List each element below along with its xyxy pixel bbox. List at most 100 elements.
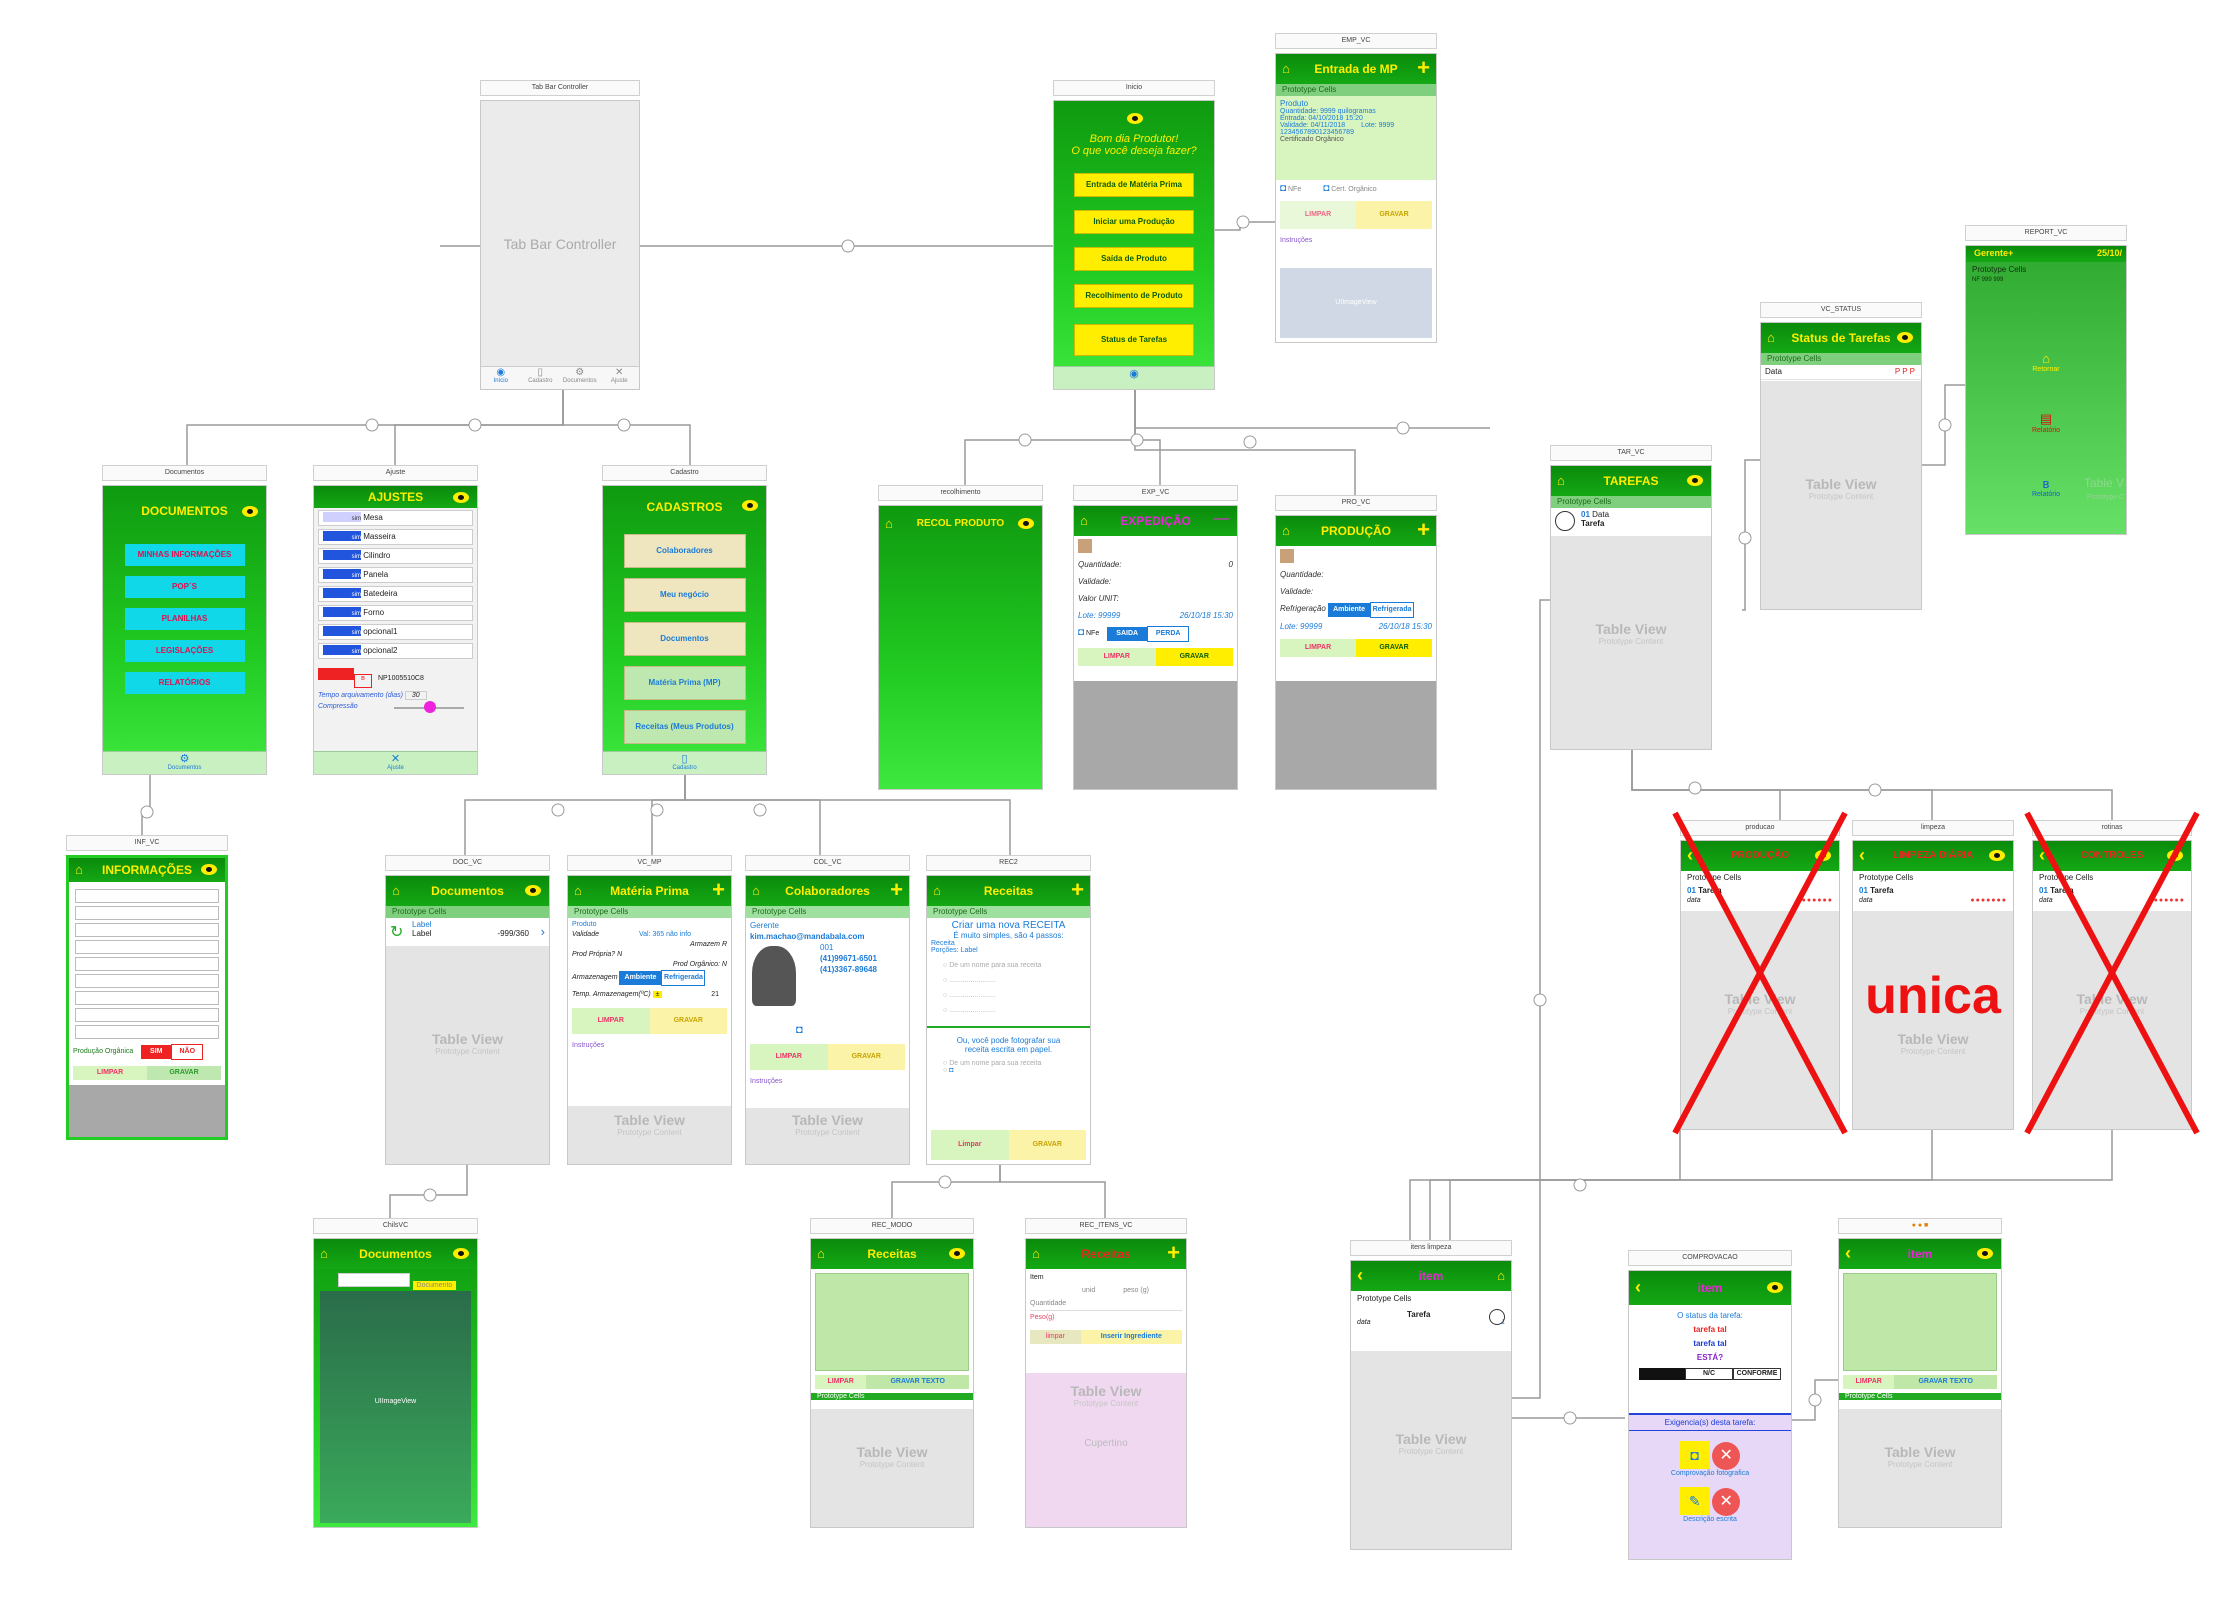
- slider-thumb[interactable]: [424, 701, 436, 713]
- limpar-button[interactable]: LIMPAR: [815, 1375, 867, 1389]
- home-icon[interactable]: ⌂: [1032, 1246, 1040, 1261]
- status-segment-black[interactable]: [1639, 1368, 1685, 1380]
- vc-status-scene[interactable]: VC_STATUS ⌂ Status de Tarefas Prototype C…: [1760, 302, 1922, 610]
- toggle[interactable]: sim: [323, 645, 361, 655]
- table-view[interactable]: Table View Prototype Content: [1551, 536, 1711, 749]
- toggle[interactable]: sim: [323, 588, 361, 598]
- pro-vc-scene[interactable]: PRO_VC ⌂ PRODUÇÃO + Quantidade: Validade: …: [1275, 495, 1437, 790]
- close-icon[interactable]: ✕: [1712, 1442, 1741, 1470]
- home-icon[interactable]: ⌂: [817, 1246, 825, 1261]
- plus-icon[interactable]: +: [1071, 878, 1084, 902]
- receitas-button[interactable]: Receitas (Meus Produtos): [623, 710, 746, 744]
- tab-ajuste[interactable]: ✕ Ajuste: [600, 367, 640, 389]
- table-view[interactable]: Table View Prototype Content: [1351, 1351, 1511, 1549]
- plus-icon[interactable]: +: [712, 878, 725, 902]
- pops-button[interactable]: POP´S: [124, 576, 245, 598]
- chevron-right-icon[interactable]: ›: [541, 924, 545, 939]
- ajuste-scene[interactable]: Ajuste AJUSTES sim Mesa sim Masseira sim…: [313, 465, 478, 775]
- home-icon[interactable]: ⌂: [574, 883, 582, 898]
- inserir-ingrediente-button[interactable]: Inserir Ingrediente: [1080, 1330, 1182, 1344]
- ambiente-segment[interactable]: Ambiente: [1328, 603, 1371, 617]
- inf-vc-scene[interactable]: INF_VC ⌂ INFORMAÇÕES Produção Orgânica SI…: [66, 835, 228, 1140]
- rec-modo-scene[interactable]: REC_MODO ⌂ Receitas LIMPAR GRAVAR TEXTO P…: [810, 1218, 974, 1528]
- chils-vc-scene[interactable]: ChilsVC ⌂ Documentos Documento UIImageVie…: [313, 1218, 478, 1528]
- comprovacao-scene[interactable]: COMPROVACAO ‹ item O status da tarefa: ta…: [1628, 1250, 1792, 1560]
- tab-bar-controller-scene[interactable]: Tab Bar Controller Tab Bar Controller ◉ I…: [480, 80, 640, 390]
- table-row[interactable]: 01 Tarefa: [1853, 884, 2013, 897]
- home-icon[interactable]: ⌂: [1557, 473, 1565, 488]
- materia-prima-button[interactable]: Matéria Prima (MP): [623, 666, 746, 700]
- eye-icon[interactable]: [742, 500, 758, 511]
- back-icon[interactable]: ‹: [1845, 1243, 1851, 1264]
- documento-button[interactable]: Documento: [412, 1281, 457, 1290]
- eye-icon[interactable]: [2167, 850, 2183, 861]
- eye-icon[interactable]: [1767, 1282, 1783, 1293]
- limpar-button[interactable]: LIMPAR: [572, 1008, 650, 1034]
- ambiente-segment[interactable]: Ambiente: [619, 971, 662, 985]
- text-field[interactable]: [75, 991, 219, 1005]
- home-icon[interactable]: ⌂: [1282, 523, 1290, 538]
- eye-icon[interactable]: [242, 506, 258, 517]
- eye-icon[interactable]: [1897, 332, 1913, 343]
- minus-icon[interactable]: —: [1213, 510, 1229, 528]
- gravar-texto-button[interactable]: GRAVAR TEXTO: [1894, 1375, 1997, 1389]
- plus-icon[interactable]: +: [1417, 518, 1430, 542]
- retornar-button[interactable]: ⌂ Retornar: [1966, 351, 2126, 373]
- eye-icon[interactable]: [453, 1248, 469, 1259]
- documentos-button[interactable]: Documentos: [623, 622, 746, 656]
- eye-icon[interactable]: [1687, 475, 1703, 486]
- text-view[interactable]: [1843, 1273, 1997, 1371]
- camera-icon[interactable]: ◘: [1679, 1441, 1710, 1469]
- back-icon[interactable]: ‹: [1635, 1277, 1641, 1298]
- rec2-scene[interactable]: REC2 ⌂ Receitas + Prototype Cells Criar um…: [926, 855, 1091, 1165]
- check-circle-icon[interactable]: [1489, 1309, 1505, 1325]
- camera-icon[interactable]: ◘: [949, 1067, 953, 1074]
- back-icon[interactable]: ‹: [1687, 845, 1693, 866]
- home-icon[interactable]: ⌂: [1282, 61, 1290, 76]
- table-view[interactable]: Table View Prototype Content: [1839, 1409, 2001, 1527]
- limpar-button[interactable]: Limpar: [931, 1130, 1009, 1160]
- text-field[interactable]: [75, 957, 219, 971]
- toggle[interactable]: sim: [323, 512, 361, 522]
- table-row[interactable]: data ●●●●●●●: [2033, 897, 2191, 904]
- table-row[interactable]: Data P P P: [1761, 365, 1921, 380]
- nc-segment[interactable]: N/C: [1685, 1368, 1733, 1380]
- eye-icon[interactable]: [949, 1248, 965, 1259]
- camera-icon[interactable]: ◘: [1078, 627, 1084, 638]
- relatorio-button[interactable]: ▤ Relatório: [1966, 411, 2126, 434]
- eye-icon[interactable]: [1977, 1248, 1993, 1259]
- documentos-scene[interactable]: Documentos DOCUMENTOS MINHAS INFORMAÇÕES…: [102, 465, 267, 775]
- text-field[interactable]: [75, 906, 219, 920]
- clipboard-icon[interactable]: ▯: [603, 752, 766, 765]
- search-field[interactable]: [338, 1273, 410, 1287]
- text-field[interactable]: [75, 1008, 219, 1022]
- setting-row[interactable]: sim opcional1: [318, 624, 473, 640]
- gravar-button[interactable]: GRAVAR: [147, 1066, 221, 1080]
- limpar-button[interactable]: LIMPAR: [1843, 1375, 1895, 1389]
- table-row[interactable]: data ●●●●●●●: [1681, 897, 1839, 904]
- plus-icon[interactable]: +: [890, 878, 903, 902]
- table-view[interactable]: Table View Prototype Content: [811, 1409, 973, 1527]
- perda-segment[interactable]: PERDA: [1147, 626, 1190, 642]
- red-toggle[interactable]: [318, 668, 354, 680]
- gravar-button[interactable]: GRAVAR: [1356, 201, 1432, 229]
- table-view[interactable]: Table View Prototype Content: [1681, 911, 1839, 1129]
- refrigerada-segment[interactable]: Refrigerada: [1370, 602, 1415, 618]
- limpar-button[interactable]: LIMPAR: [1280, 201, 1356, 229]
- home-icon[interactable]: ⌂: [392, 883, 400, 898]
- eye-icon[interactable]: [453, 492, 469, 503]
- legislacoes-button[interactable]: LEGISLAÇÕES: [124, 640, 245, 662]
- back-icon[interactable]: ‹: [1859, 845, 1865, 866]
- table-row[interactable]: 01 Tarefa: [2033, 884, 2191, 897]
- table-row[interactable]: 01 Data Tarefa: [1551, 508, 1711, 539]
- table-view[interactable]: Table View Prototype Content: [568, 1106, 731, 1164]
- text-field[interactable]: [75, 974, 219, 988]
- sim-segment[interactable]: SIM: [141, 1045, 172, 1059]
- setting-row[interactable]: sim opcional2: [318, 643, 473, 659]
- table-row[interactable]: 01 Tarefa: [1681, 884, 1839, 897]
- producao-scene[interactable]: producao ‹ PRODUÇÃO Prototype Cells 01 Ta…: [1680, 820, 1840, 1130]
- gravar-button[interactable]: GRAVAR: [827, 1044, 905, 1070]
- vc-mp-scene[interactable]: VC_MP ⌂ Matéria Prima + Prototype Cells Pr…: [567, 855, 732, 1165]
- recolhimento-button[interactable]: Recolhimento de Produto: [1074, 284, 1194, 308]
- conforme-segment[interactable]: CONFORME: [1733, 1368, 1781, 1380]
